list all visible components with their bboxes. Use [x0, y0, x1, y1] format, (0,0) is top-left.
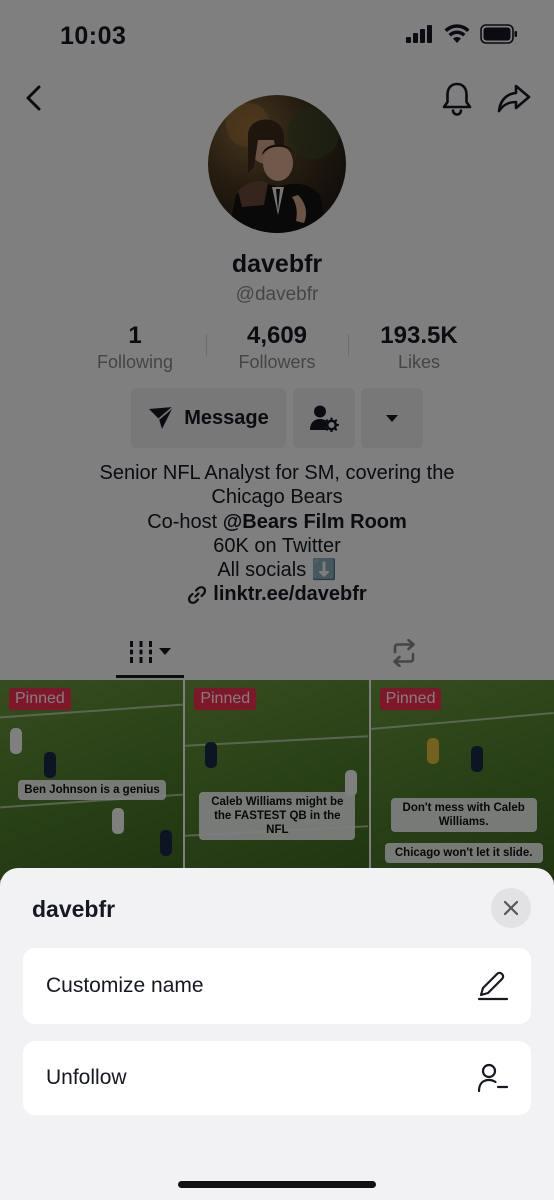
bottom-sheet: davebfr Customize name Unfollow: [0, 868, 554, 1200]
option-label: Unfollow: [46, 1066, 127, 1089]
customize-name-option[interactable]: Customize name: [23, 948, 531, 1024]
home-indicator[interactable]: [178, 1181, 376, 1188]
pencil-icon: [477, 971, 509, 1001]
profile-screen: 10:03: [0, 0, 554, 1200]
close-icon: [503, 900, 519, 916]
unfollow-option[interactable]: Unfollow: [23, 1041, 531, 1115]
close-button[interactable]: [491, 888, 531, 928]
sheet-title: davebfr: [32, 896, 116, 922]
unfollow-user-icon: [477, 1063, 509, 1093]
option-label: Customize name: [46, 974, 204, 997]
